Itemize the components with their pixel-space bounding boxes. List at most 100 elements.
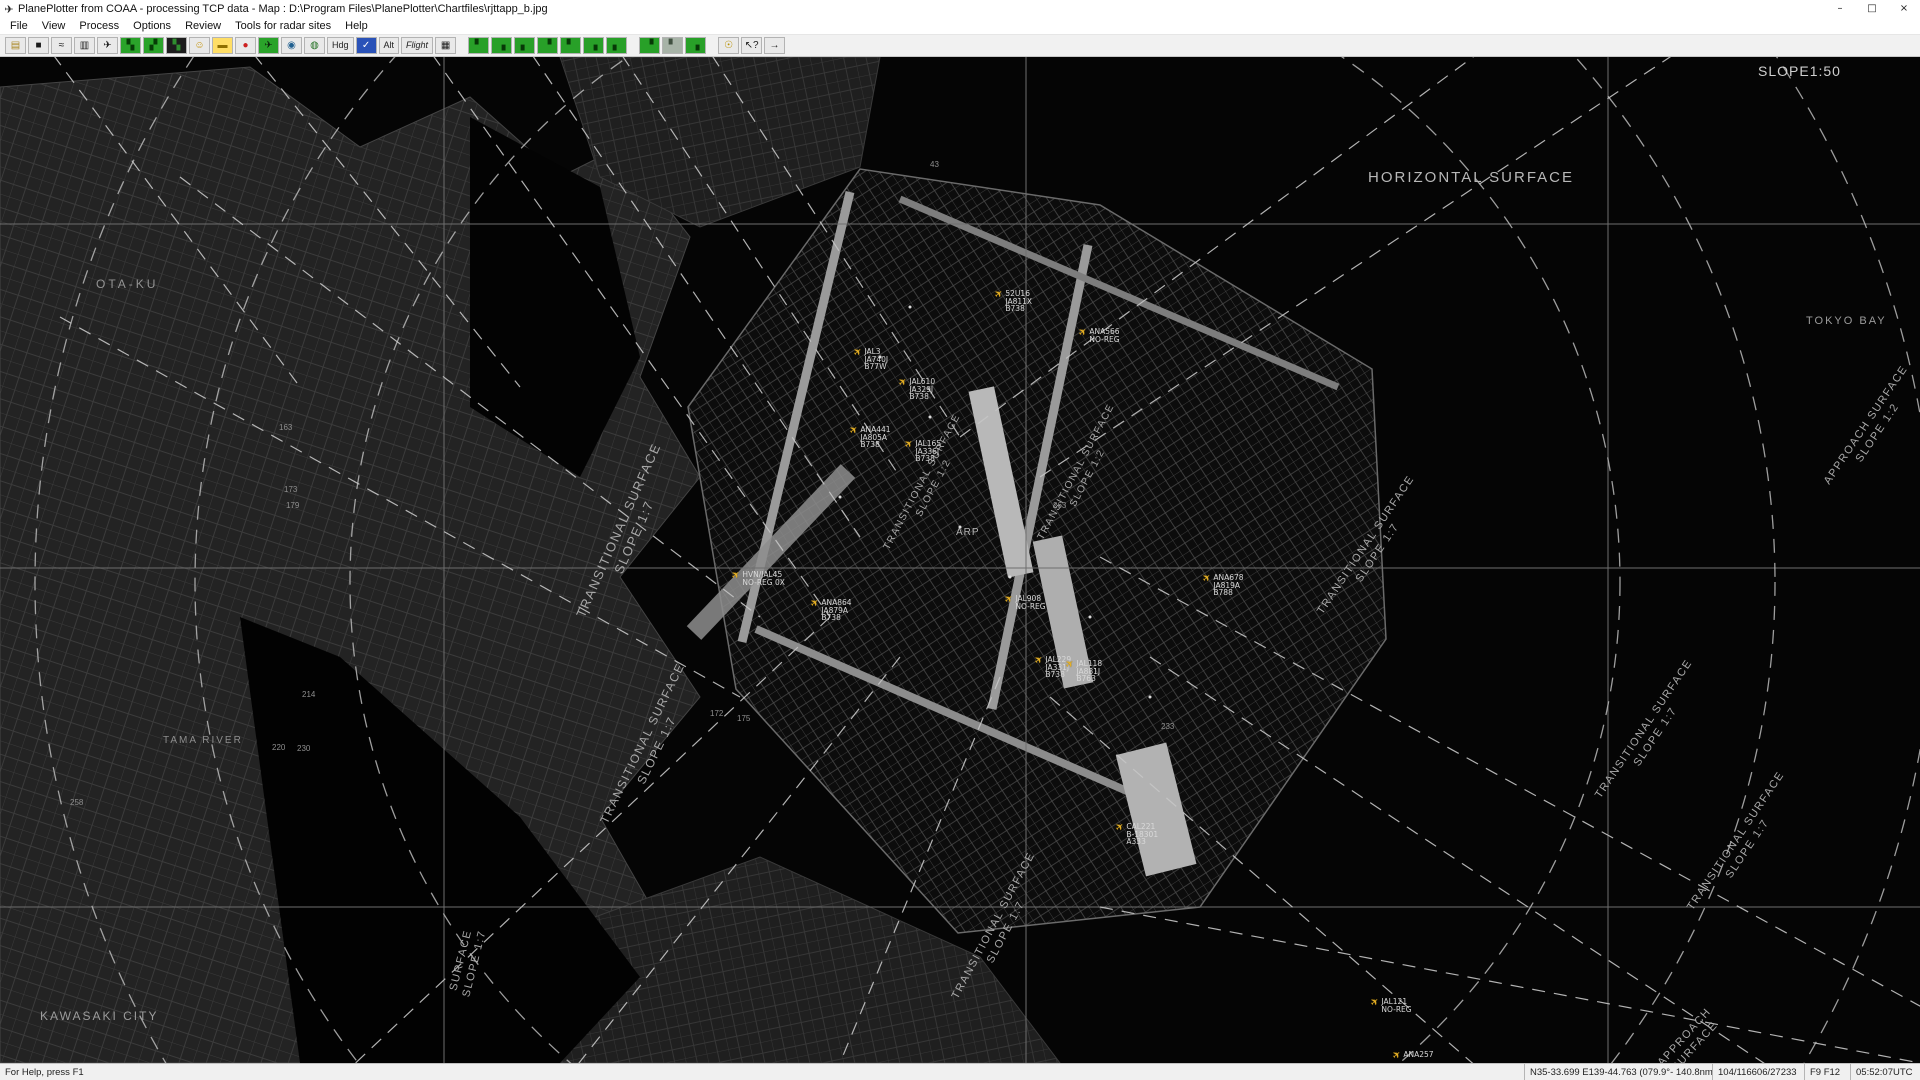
aircraft-label: 52U16JA811XB738 [1005,290,1032,313]
share-8-icon: ▝ [646,41,654,51]
aircraft-list-button[interactable]: ✈ [97,37,118,54]
spot-elevation: 179 [286,501,299,510]
aircraft-icon: ✈ [1391,1049,1403,1061]
chart-view-button[interactable]: ▞ [143,37,164,54]
aircraft-icon: ✈ [993,288,1005,300]
share-8-button[interactable]: ▝ [639,37,660,54]
expand-button[interactable]: → [764,37,785,54]
aircraft-label: JAL908NO-REG [1015,595,1045,610]
share-3-button[interactable]: ▖ [514,37,535,54]
share-6-icon: ▗ [590,41,598,51]
window-title: PlanePlotter from COAA - processing TCP … [18,3,548,15]
aircraft-target[interactable]: ✈JAL610JA329JB738 [899,378,935,401]
aircraft-target[interactable]: ✈JAL118JA881JB763 [1066,660,1102,683]
map-label: OTA-KU [96,277,158,291]
status-help-text: For Help, press F1 [0,1067,1524,1078]
stop-button[interactable]: ■ [28,37,49,54]
surface-label: TRANSITIONAL SURFACESLOPE 1:2 [1035,402,1130,549]
aircraft-icon: ✈ [1077,326,1089,338]
aircraft-icon: ✈ [897,376,909,388]
record-button[interactable]: ● [235,37,256,54]
stop-icon: ■ [35,41,41,51]
aircraft-label: JAL165JA336JB738 [915,440,941,463]
aircraft-icon: ✈ [1064,658,1076,670]
mlat-button[interactable]: ◉ [281,37,302,54]
map-view-button[interactable]: ▚ [120,37,141,54]
night-view-button[interactable]: ▚ [166,37,187,54]
toolbar-separator [708,45,716,46]
spot-elevation: 263 [1053,501,1066,510]
flight-button[interactable]: Flight [401,37,433,54]
aircraft-target[interactable]: ✈ANA257 [1393,1051,1434,1060]
share-9-icon: ▘ [669,41,677,51]
map-overlay: SLOPE1:50HORIZONTAL SURFACETOKYO BAYOTA-… [0,57,1920,1063]
aircraft-target[interactable]: ✈ANA441JA805AB738 [850,426,891,449]
status-cursor-position: N35-33.699 E139-44.763 (079.9°- 140.8nm) [1524,1064,1712,1080]
surface-label: APPROACHSURFACE [1655,1005,1726,1063]
aircraft-target[interactable]: ✈JAL121NO-REG [1371,998,1412,1013]
minimize-button[interactable]: – [1824,0,1856,18]
aircraft-target[interactable]: ✈HVN/JAL45NO-REG 0X [732,571,785,586]
aircraft-target[interactable]: ✈JAL165JA336JB738 [905,440,941,463]
spot-elevation: 230 [297,744,310,753]
aircraft-target[interactable]: ✈JAL908NO-REG [1005,595,1046,610]
menu-tools-for-radar-sites[interactable]: Tools for radar sites [228,19,338,33]
heading-button[interactable]: Hdg [327,37,354,54]
menu-help[interactable]: Help [338,19,375,33]
menu-process[interactable]: Process [72,19,126,33]
aircraft-icon: ✈ [809,597,821,609]
aircraft-label: JAL610JA329JB738 [909,378,935,401]
share-4-icon: ▝ [544,41,552,51]
menu-view[interactable]: View [35,19,73,33]
share-10-button[interactable]: ▗ [685,37,706,54]
aircraft-icon: ✈ [852,346,864,358]
signal-button[interactable]: ≈ [51,37,72,54]
aircraft-target[interactable]: ✈52U16JA811XB738 [995,290,1032,313]
map-label: TOKYO BAY [1806,315,1887,327]
table-button[interactable]: ▦ [435,37,456,54]
select-button[interactable]: ✓ [356,37,377,54]
share-6-button[interactable]: ▗ [583,37,604,54]
share-1-button[interactable]: ▘ [468,37,489,54]
tip-button[interactable]: ☉ [718,37,739,54]
status-function-keys: F9 F12 [1804,1064,1850,1080]
share-2-button[interactable]: ▗ [491,37,512,54]
aircraft-label: ANA566NO-REG [1089,328,1119,343]
menu-file[interactable]: File [3,19,35,33]
spot-elevation: 214 [302,690,315,699]
tip-icon: ☉ [724,41,733,51]
aircraft-icon: ✈ [1201,572,1213,584]
aircraft-target[interactable]: ✈ANA864JA879AB738 [811,599,852,622]
globe-button[interactable]: ◍ [304,37,325,54]
surface-label: SURFACESLOPE 1:7 [446,925,490,998]
altitude-button[interactable]: Alt [379,37,400,54]
smiley-button[interactable]: ☺ [189,37,210,54]
aircraft-target[interactable]: ✈ANA566NO-REG [1079,328,1120,343]
aircraft-target[interactable]: ✈ANA678JA819AB788 [1203,574,1244,597]
replay-button[interactable]: ✈ [258,37,279,54]
open-file-button[interactable]: ▤ [5,37,26,54]
aircraft-list-icon: ✈ [103,41,111,51]
share-5-button[interactable]: ▘ [560,37,581,54]
mlat-icon: ◉ [287,41,296,51]
close-button[interactable]: × [1888,0,1920,18]
menu-options[interactable]: Options [126,19,178,33]
aircraft-target[interactable]: ✈JAL3JA740JB77W [854,348,888,371]
context-help-button[interactable]: ↖? [741,37,762,54]
map-canvas[interactable]: SLOPE1:50HORIZONTAL SURFACETOKYO BAYOTA-… [0,57,1920,1063]
aircraft-label: CAL221B-18301A333 [1126,823,1158,846]
spectrum-button[interactable]: ▥ [74,37,95,54]
toolbar: ▤■≈▥✈▚▞▚☺▬●✈◉◍Hdg✓AltFlight▦▘▗▖▝▘▗▖▝▘▗☉↖… [0,35,1920,57]
signal-icon: ≈ [59,41,65,51]
share-9-button[interactable]: ▘ [662,37,683,54]
map-label: SLOPE1:50 [1758,63,1841,79]
share-7-button[interactable]: ▖ [606,37,627,54]
statusbar: For Help, press F1 N35-33.699 E139-44.76… [0,1063,1920,1080]
aircraft-target[interactable]: ✈CAL221B-18301A333 [1116,823,1158,846]
hold-button[interactable]: ▬ [212,37,233,54]
share-2-icon: ▗ [498,41,506,51]
share-4-button[interactable]: ▝ [537,37,558,54]
maximize-button[interactable]: □ [1856,0,1888,18]
surface-label: TRANSITIONAL SURFACESLOPE 1:7 [1592,657,1708,810]
menu-review[interactable]: Review [178,19,228,33]
